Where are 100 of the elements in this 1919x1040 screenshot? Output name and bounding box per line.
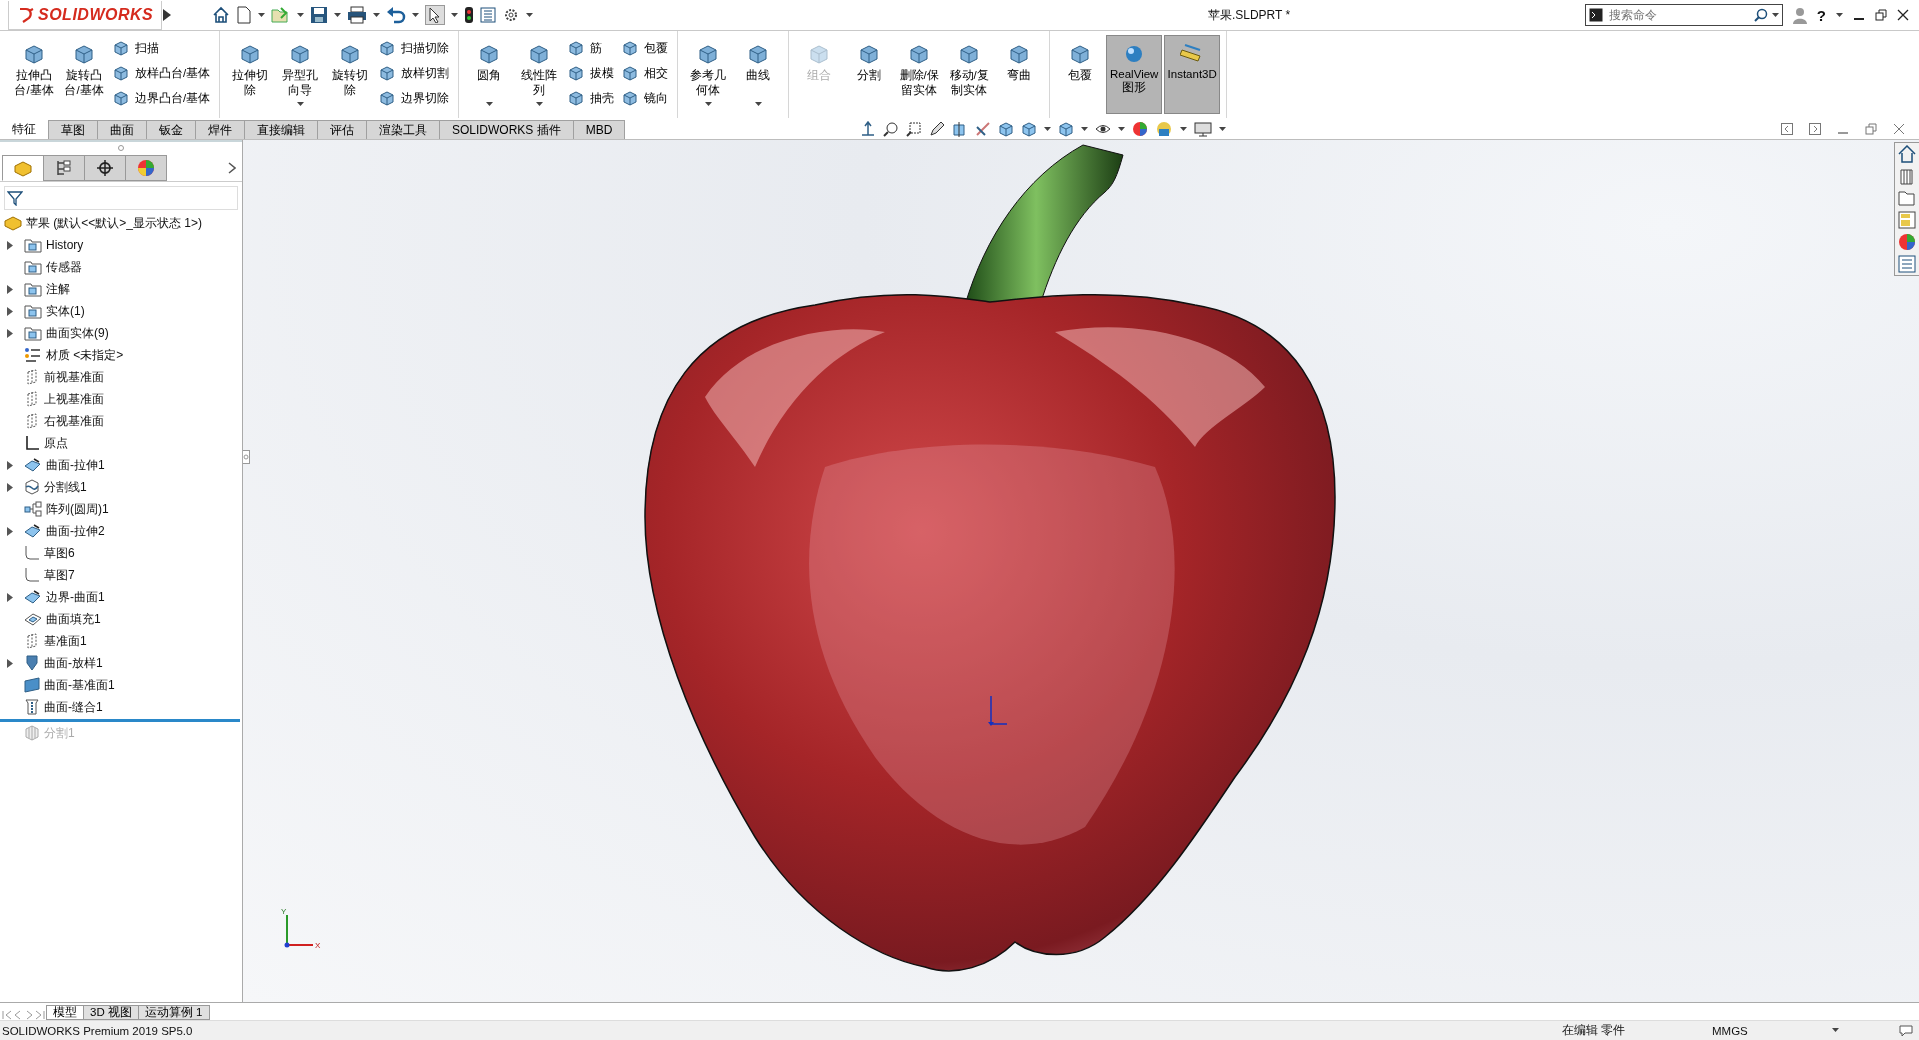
caret-icon[interactable]: [373, 12, 381, 18]
ribbon-button[interactable]: 放样凸台/基体: [110, 63, 214, 83]
zoom-icon[interactable]: [883, 121, 900, 137]
ribbon-button[interactable]: 包覆: [1056, 35, 1105, 114]
tile-right-icon[interactable]: [1809, 123, 1821, 135]
ribbon-button[interactable]: 拉伸凸台/基体: [10, 35, 58, 114]
model-view-tab[interactable]: 运动算例 1: [137, 1005, 210, 1020]
caret-icon[interactable]: [297, 12, 305, 18]
tree-item[interactable]: 注解: [24, 280, 74, 298]
cube-icon[interactable]: [1058, 121, 1075, 137]
ribbon-button[interactable]: 异型孔向导: [276, 35, 325, 114]
command-tab[interactable]: 渲染工具: [366, 120, 440, 139]
expand-arrow-icon[interactable]: [7, 482, 13, 492]
speech-bubble-icon[interactable]: [1899, 1024, 1913, 1037]
ribbon-button[interactable]: 分割: [845, 35, 894, 114]
cube-icon[interactable]: [1021, 121, 1038, 137]
search-field[interactable]: 搜索命令: [1606, 7, 1750, 23]
caret-icon[interactable]: [704, 102, 712, 107]
filter-field[interactable]: [4, 186, 238, 210]
command-tab[interactable]: MBD: [572, 120, 626, 139]
expand-arrow-icon[interactable]: [7, 460, 13, 470]
first-arrow-icon[interactable]: [2, 1010, 12, 1020]
ribbon-button[interactable]: 移动/复制实体: [945, 35, 994, 114]
command-tab[interactable]: 焊件: [195, 120, 245, 139]
tree-item[interactable]: 前视基准面: [24, 368, 108, 386]
tree-item[interactable]: 右视基准面: [24, 412, 108, 430]
expand-arrow-icon[interactable]: [7, 306, 13, 316]
home-icon[interactable]: [212, 6, 231, 24]
expand-arrow-icon[interactable]: [7, 284, 13, 294]
ribbon-button[interactable]: 曲线: [734, 35, 783, 114]
expand-arrow-icon[interactable]: [7, 526, 13, 536]
tree-item[interactable]: 实体(1): [24, 302, 89, 320]
command-tab[interactable]: 钣金: [146, 120, 196, 139]
ribbon-button[interactable]: 扫描: [110, 38, 214, 58]
axis-arrow-icon[interactable]: [860, 121, 877, 137]
select-tool-button[interactable]: [425, 5, 446, 25]
tree-item[interactable]: History: [24, 237, 88, 253]
caret-icon[interactable]: [258, 12, 266, 18]
ribbon-button[interactable]: 旋转切除: [326, 35, 375, 114]
command-tab[interactable]: 评估: [317, 120, 367, 139]
restore-icon[interactable]: [1865, 123, 1877, 135]
model-view-tab[interactable]: 3D 视图: [83, 1005, 139, 1020]
tree-item[interactable]: 阵列(圆周)1: [24, 500, 113, 518]
ribbon-button[interactable]: 筋: [565, 38, 618, 58]
expand-arrow-icon[interactable]: [162, 8, 173, 22]
undo-icon[interactable]: [386, 6, 407, 24]
caret-icon[interactable]: [1219, 126, 1227, 132]
tile-left-icon[interactable]: [1781, 123, 1793, 135]
ribbon-button[interactable]: 扫描切除: [376, 38, 453, 58]
tree-item[interactable]: 上视基准面: [24, 390, 108, 408]
caret-icon[interactable]: [1044, 126, 1052, 132]
ribbon-button[interactable]: 线性阵列: [515, 35, 564, 114]
help-button[interactable]: ?: [1816, 6, 1826, 24]
ribbon-button[interactable]: 抽壳: [565, 88, 618, 108]
new-document-icon[interactable]: [236, 6, 253, 24]
chevron-right-icon[interactable]: [228, 161, 236, 174]
ribbon-button[interactable]: 相交: [619, 63, 672, 83]
caret-icon[interactable]: [412, 12, 420, 18]
sketch-tool-icon[interactable]: [975, 121, 992, 137]
ribbon-button[interactable]: 镜向: [619, 88, 672, 108]
tree-item[interactable]: 曲面-拉伸1: [24, 456, 109, 474]
expand-arrow-icon[interactable]: [7, 240, 13, 250]
splitter-handle-icon[interactable]: [243, 450, 250, 464]
tree-item[interactable]: 原点: [24, 434, 72, 452]
caret-icon[interactable]: [1180, 126, 1188, 132]
close-icon[interactable]: [1897, 9, 1909, 21]
ribbon-button[interactable]: Instant3D: [1164, 35, 1221, 114]
command-tab[interactable]: SOLIDWORKS 插件: [439, 120, 574, 139]
ribbon-button[interactable]: 包覆: [619, 38, 672, 58]
tree-item[interactable]: 草图6: [24, 544, 79, 562]
caret-icon[interactable]: [296, 102, 304, 107]
caret-icon[interactable]: [451, 12, 459, 18]
tree-item[interactable]: 曲面-基准面1: [24, 676, 119, 694]
caret-icon[interactable]: [754, 102, 762, 107]
app-logo[interactable]: SOLIDWORKS: [8, 0, 163, 30]
pencil-icon[interactable]: [929, 121, 946, 137]
monitor-icon[interactable]: [1194, 121, 1213, 137]
tree-item[interactable]: 曲面-缝合1: [24, 698, 107, 716]
tree-item[interactable]: 传感器: [24, 258, 86, 276]
ribbon-button[interactable]: 弯曲: [995, 35, 1044, 114]
ribbon-button[interactable]: 旋转凸台/基体: [60, 35, 108, 114]
user-icon[interactable]: [1792, 6, 1807, 24]
caret-icon[interactable]: [526, 12, 534, 18]
tree-item[interactable]: 苹果 (默认<<默认>_显示状态 1>): [4, 214, 207, 232]
tree-item[interactable]: 曲面-拉伸2: [24, 522, 109, 540]
search-bar[interactable]: 搜索命令: [1584, 4, 1783, 26]
command-tab[interactable]: 直接编辑: [244, 120, 318, 139]
save-icon[interactable]: [310, 6, 329, 24]
cube-icon[interactable]: [998, 121, 1015, 137]
traffic-light-icon[interactable]: [464, 6, 475, 24]
caret-icon[interactable]: [334, 12, 342, 18]
print-icon[interactable]: [347, 6, 368, 24]
tree-item[interactable]: 曲面-放样1: [24, 654, 107, 672]
expand-arrow-icon[interactable]: [7, 658, 13, 668]
caret-icon[interactable]: [485, 102, 493, 107]
command-tab[interactable]: 草图: [48, 120, 98, 139]
scene-icon[interactable]: [1155, 121, 1174, 137]
ribbon-button[interactable]: 拉伸切除: [226, 35, 275, 114]
caret-icon[interactable]: [1836, 12, 1843, 18]
caret-icon[interactable]: [535, 102, 543, 107]
